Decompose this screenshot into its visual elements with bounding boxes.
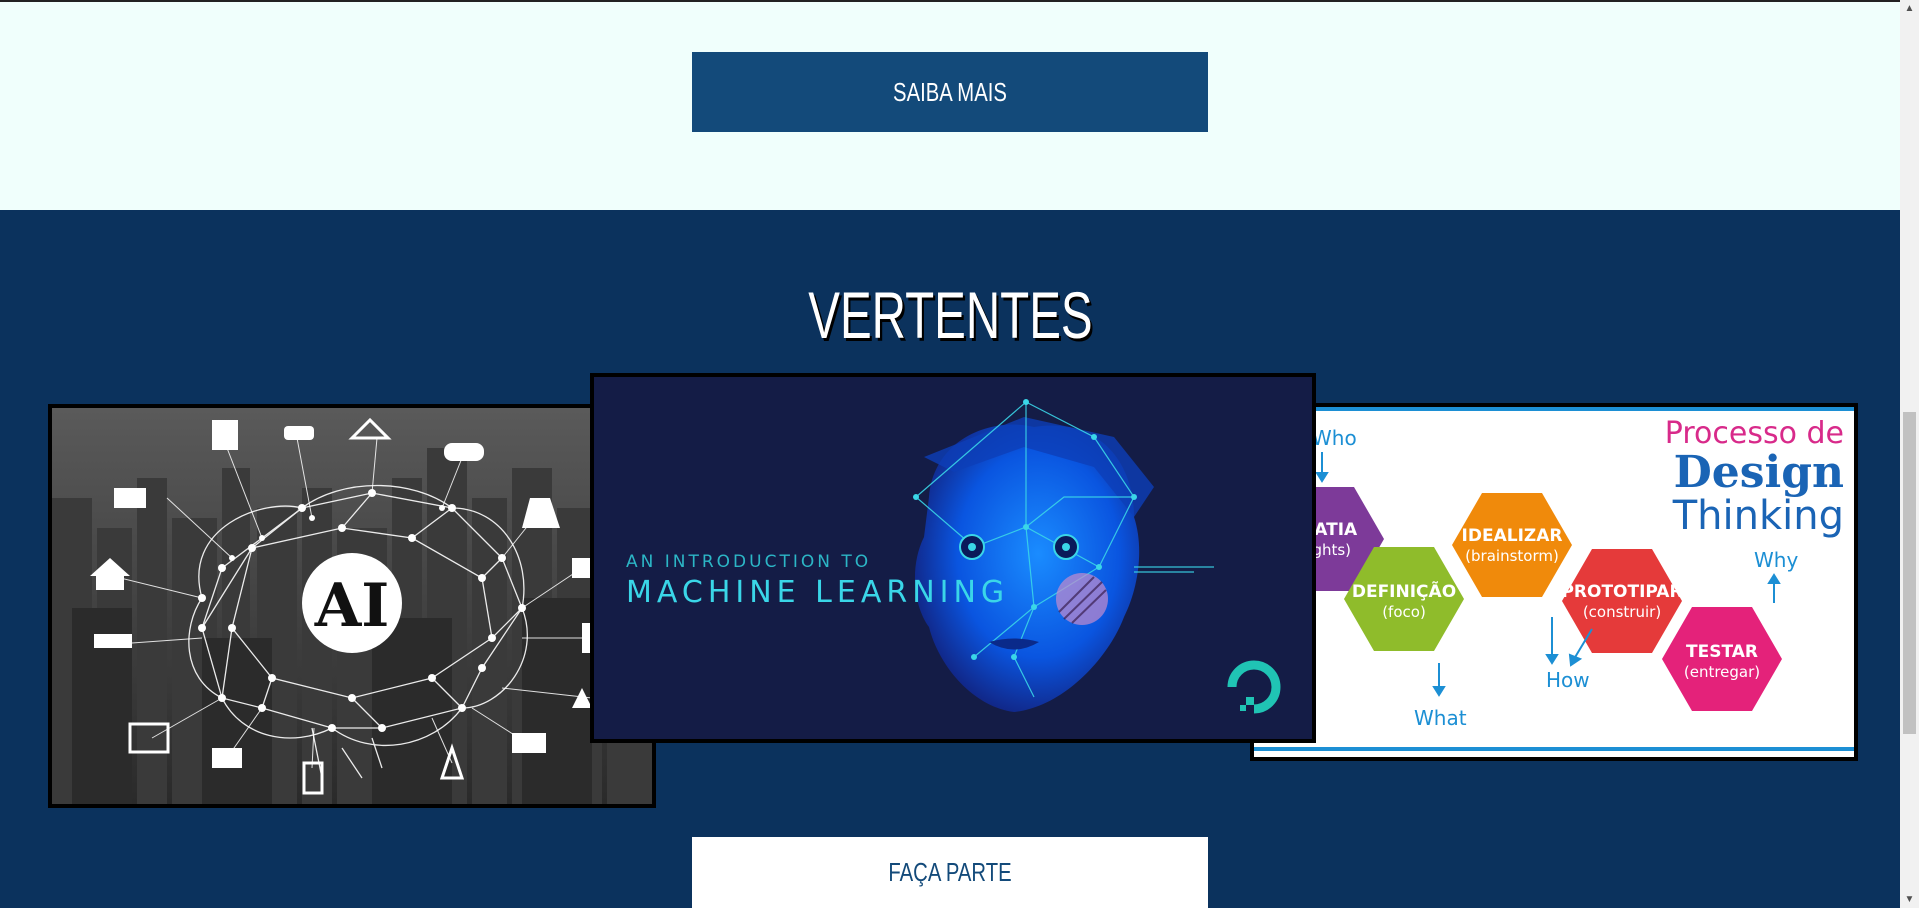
dt-step-definicao: DEFINIÇÃO <box>1352 579 1456 602</box>
dt-what: What <box>1414 706 1467 730</box>
dt-step-testar-sub: (entregar) <box>1684 663 1760 681</box>
dt-step-prototipar: PROTOTIPAR <box>1561 582 1682 602</box>
dt-why: Why <box>1754 548 1798 572</box>
dt-step-idealizar-sub: (brainstorm) <box>1465 547 1559 565</box>
dt-how: How <box>1546 668 1590 692</box>
scroll-down-arrow-icon[interactable]: ▼ <box>1900 891 1919 908</box>
dt-heading-2: Design <box>1674 447 1844 498</box>
dt-step-testar: TESTAR <box>1686 642 1758 662</box>
design-thinking-image: EMPATIA (insights) DEFINIÇÃO (foco) IDEA… <box>1254 407 1854 757</box>
ml-title: MACHINE LEARNING <box>626 575 1009 610</box>
faca-parte-button[interactable]: FAÇA PARTE <box>692 837 1208 908</box>
design-thinking-card[interactable]: EMPATIA (insights) DEFINIÇÃO (foco) IDEA… <box>1250 403 1858 761</box>
dt-step-idealizar: IDEALIZAR <box>1462 526 1563 546</box>
scroll-thumb[interactable] <box>1903 412 1916 734</box>
ai-badge-text: AI <box>314 571 390 641</box>
dt-heading-1: Processo de <box>1665 416 1844 451</box>
machine-learning-card[interactable]: AN INTRODUCTION TO MACHINE LEARNING <box>590 373 1316 743</box>
ml-subtitle: AN INTRODUCTION TO <box>626 552 871 572</box>
page-scrollbar[interactable]: ▲ ▼ <box>1900 0 1919 908</box>
ai-card[interactable]: AI <box>48 404 656 808</box>
dt-who: Who <box>1312 426 1357 450</box>
ai-network-image: AI <box>52 408 652 804</box>
scroll-up-arrow-icon[interactable]: ▲ <box>1900 0 1919 17</box>
dt-step-definicao-sub: (foco) <box>1382 603 1426 621</box>
dt-heading-3: Thinking <box>1672 493 1844 539</box>
machine-learning-image: AN INTRODUCTION TO MACHINE LEARNING <box>594 377 1312 739</box>
saiba-mais-button[interactable]: SAIBA MAIS <box>692 52 1208 132</box>
vertentes-title: VERTENTES <box>807 278 1093 352</box>
dt-step-prototipar-sub: (construir) <box>1583 603 1661 621</box>
